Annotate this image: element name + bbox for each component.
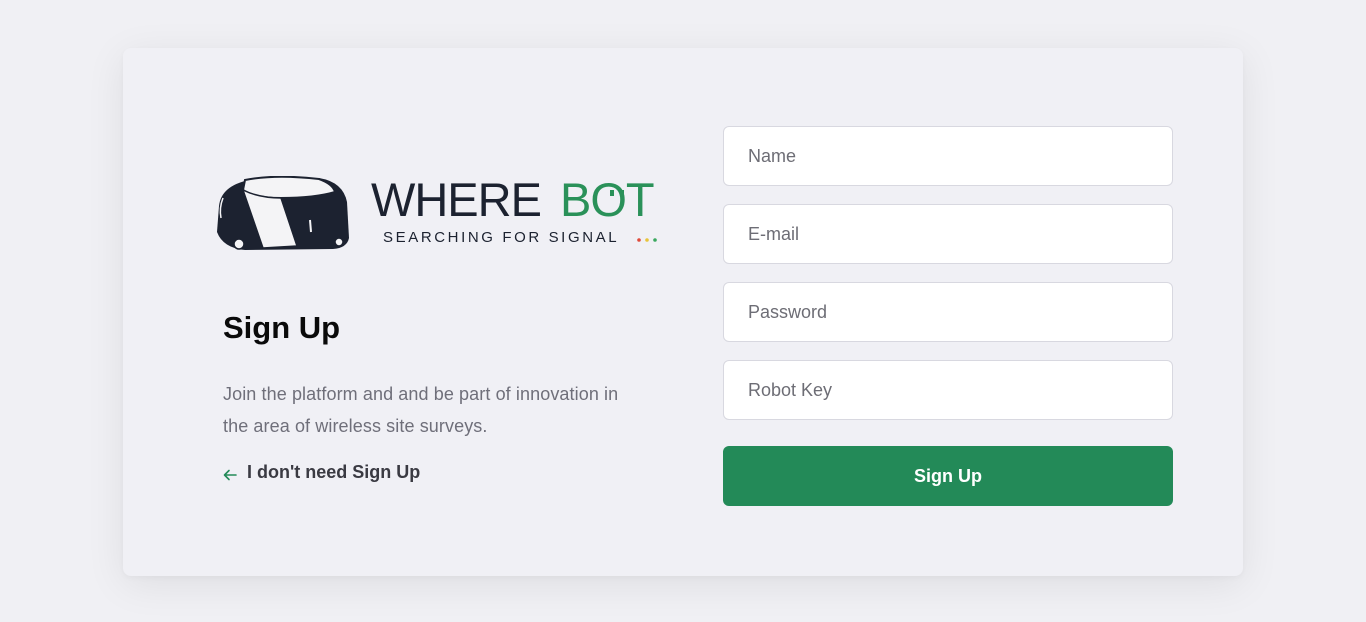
skip-signup-link[interactable]: I don't need Sign Up [223,462,420,483]
wherebot-logo: WHERE BOT SEARCHING FOR SIGNAL [215,176,669,254]
logo-word-bot: BOT [560,176,654,226]
name-field[interactable] [723,126,1173,186]
email-field[interactable] [723,204,1173,264]
robot-logo-icon: WHERE BOT SEARCHING FOR SIGNAL [217,176,657,250]
logo-tagline: SEARCHING FOR SIGNAL [383,229,619,246]
signup-card: WHERE BOT SEARCHING FOR SIGNAL Sign Up J… [123,48,1243,576]
arrow-left-icon [223,466,237,480]
page-description: Join the platform and and be part of inn… [223,384,619,436]
robot-vacuum-icon [217,176,349,250]
sign-up-button[interactable]: Sign Up [723,446,1173,506]
page-title: Sign Up [223,310,341,345]
robot-key-field[interactable] [723,360,1173,420]
password-field[interactable] [723,282,1173,342]
skip-signup-label: I don't need Sign Up [247,462,421,482]
logo-word-where: WHERE [371,176,541,226]
